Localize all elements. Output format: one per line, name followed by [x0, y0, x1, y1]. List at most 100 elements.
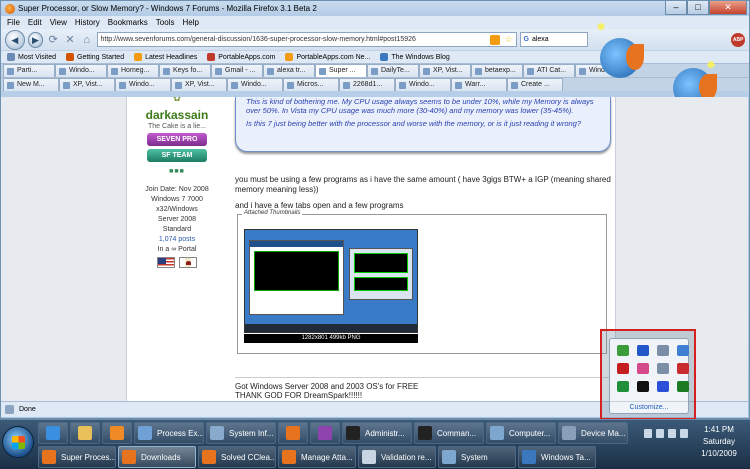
taskbar-button-label: Device Ma... [581, 428, 626, 438]
bookmark-latest-headlines[interactable]: Latest Headlines [134, 53, 197, 61]
taskbar-button-label: System [461, 452, 488, 462]
customize-link[interactable]: Customize... [610, 401, 688, 411]
taskbar-button[interactable]: Computer... [486, 422, 556, 444]
minimize-button[interactable]: – [665, 1, 687, 15]
bookmark-getting-started[interactable]: Getting Started [66, 53, 124, 61]
tray-app-icon[interactable] [677, 381, 689, 392]
tray-app-icon[interactable] [637, 345, 649, 356]
tray-overflow-icon[interactable] [644, 428, 652, 438]
search-input[interactable]: G alexa [519, 32, 589, 47]
taskbar-button[interactable]: Administr... [342, 422, 412, 444]
browser-tab[interactable]: 2268d1... [339, 78, 395, 91]
network-icon[interactable] [656, 428, 664, 438]
maximize-button[interactable]: □ [687, 1, 709, 15]
browser-tab[interactable]: betaexp... [471, 64, 523, 77]
google-icon[interactable]: G [524, 36, 529, 43]
browser-tab[interactable]: Windo... [115, 78, 171, 91]
tray-app-icon[interactable] [657, 345, 669, 356]
system-tray [640, 422, 688, 444]
menu-edit[interactable]: Edit [28, 18, 42, 27]
taskbar-button[interactable]: Comman... [414, 422, 484, 444]
tab-favicon-icon [163, 67, 170, 75]
taskbar-button[interactable]: Process Ex... [134, 422, 204, 444]
back-button[interactable]: ◀ [5, 29, 25, 50]
menu-help[interactable]: Help [182, 18, 198, 27]
menu-file[interactable]: File [7, 18, 20, 27]
browser-tab[interactable]: Micros... [283, 78, 339, 91]
bookmark-star-icon[interactable]: ☆ [504, 34, 512, 45]
taskbar-button[interactable]: Downloads [118, 446, 196, 468]
browser-tab[interactable]: XP, Vist... [171, 78, 227, 91]
taskbar-button[interactable]: Device Ma... [558, 422, 628, 444]
rss-icon[interactable] [490, 34, 501, 45]
taskbar-button[interactable]: Solved CClea... [198, 446, 276, 468]
volume-icon[interactable] [668, 428, 676, 438]
menu-view[interactable]: View [50, 18, 67, 27]
reload-icon[interactable]: ⟳ [46, 33, 60, 46]
tray-app-icon[interactable] [677, 345, 689, 356]
browser-tab[interactable]: Windo... [227, 78, 283, 91]
attach-legend: Attached Thumbnails [242, 210, 303, 216]
taskbar-button[interactable] [278, 422, 308, 444]
menu-bookmarks[interactable]: Bookmarks [108, 18, 148, 27]
tray-app-icon[interactable] [677, 363, 689, 374]
taskbar-button[interactable]: Validation re... [358, 446, 436, 468]
taskbar-button[interactable]: Windows Ta... [518, 446, 596, 468]
taskbar-button-label: Downloads [141, 452, 181, 462]
browser-tab[interactable]: Windo... [395, 78, 451, 91]
taskbar-button[interactable] [70, 422, 100, 444]
browser-tab[interactable]: Homeg... [107, 64, 159, 77]
close-button[interactable]: ✕ [709, 1, 747, 15]
taskbar-button[interactable] [38, 422, 68, 444]
taskbar-button[interactable]: Super Proces... [38, 446, 116, 468]
browser-tab[interactable]: Windo... [55, 64, 107, 77]
tab-label: Parti... [17, 67, 38, 74]
browser-tab[interactable]: alexa tr... [263, 64, 315, 77]
url-bar[interactable]: http://www.sevenforums.com/general-discu… [96, 32, 517, 47]
tray-app-icon[interactable] [617, 363, 629, 374]
action-center-icon[interactable] [680, 428, 688, 438]
tray-app-icon[interactable] [617, 381, 629, 392]
browser-tab[interactable]: Warr... [451, 78, 507, 91]
bookmark-portableapps[interactable]: PortableApps.com [207, 53, 275, 61]
browser-tab[interactable]: XP, Vist... [419, 64, 471, 77]
attachment-thumbnail[interactable] [244, 229, 418, 333]
browser-tab[interactable]: DailyTe... [367, 64, 419, 77]
browser-tab[interactable]: Gmail - ... [211, 64, 263, 77]
adblock-plus-button[interactable]: ABP [731, 32, 745, 47]
tab-label: Homeg... [121, 67, 150, 74]
tray-app-icon[interactable] [637, 381, 649, 392]
tray-app-icon[interactable] [637, 363, 649, 374]
tab-favicon-icon [399, 81, 406, 89]
forward-button[interactable]: ▶ [27, 31, 44, 48]
start-button[interactable] [2, 426, 34, 458]
tray-app-icon[interactable] [617, 345, 629, 356]
browser-tab[interactable]: ATI Cat... [523, 64, 575, 77]
browser-tab[interactable]: Keys fo... [159, 64, 211, 77]
bookmark-windows-blog[interactable]: The Windows Blog [380, 53, 450, 61]
browser-tab[interactable]: Super ... [315, 64, 367, 77]
rss-icon [285, 53, 294, 61]
menu-history[interactable]: History [75, 18, 100, 27]
browser-tab[interactable]: Parti... [3, 64, 55, 77]
taskbar-button[interactable] [310, 422, 340, 444]
browser-tab[interactable]: XP, Vist... [59, 78, 115, 91]
bookmark-most-visited[interactable]: Most Visited [7, 53, 56, 61]
username[interactable]: darkassain [127, 108, 227, 122]
title-bar[interactable]: Super Processor, or Slow Memory? - Windo… [1, 1, 749, 16]
taskbar-button[interactable]: Manage Atta... [278, 446, 356, 468]
tray-app-icon[interactable] [657, 381, 669, 392]
window-title: Super Processor, or Slow Memory? - Windo… [18, 4, 317, 13]
tray-app-icon[interactable] [657, 363, 669, 374]
stop-icon[interactable]: ✕ [63, 33, 77, 46]
home-icon[interactable]: ⌂ [80, 34, 94, 46]
clock[interactable]: 1:41 PM Saturday 1/10/2009 [690, 424, 748, 460]
taskbar-button[interactable]: System [438, 446, 516, 468]
bookmark-portableapps-news[interactable]: PortableApps.com Ne... [285, 53, 370, 61]
menu-tools[interactable]: Tools [156, 18, 175, 27]
taskbar-button[interactable] [102, 422, 132, 444]
browser-tab[interactable]: New M... [3, 78, 59, 91]
taskbar-button[interactable]: System Inf... [206, 422, 276, 444]
post-count-link[interactable]: 1,074 posts [127, 235, 227, 245]
browser-tab[interactable]: Create ... [507, 78, 563, 91]
